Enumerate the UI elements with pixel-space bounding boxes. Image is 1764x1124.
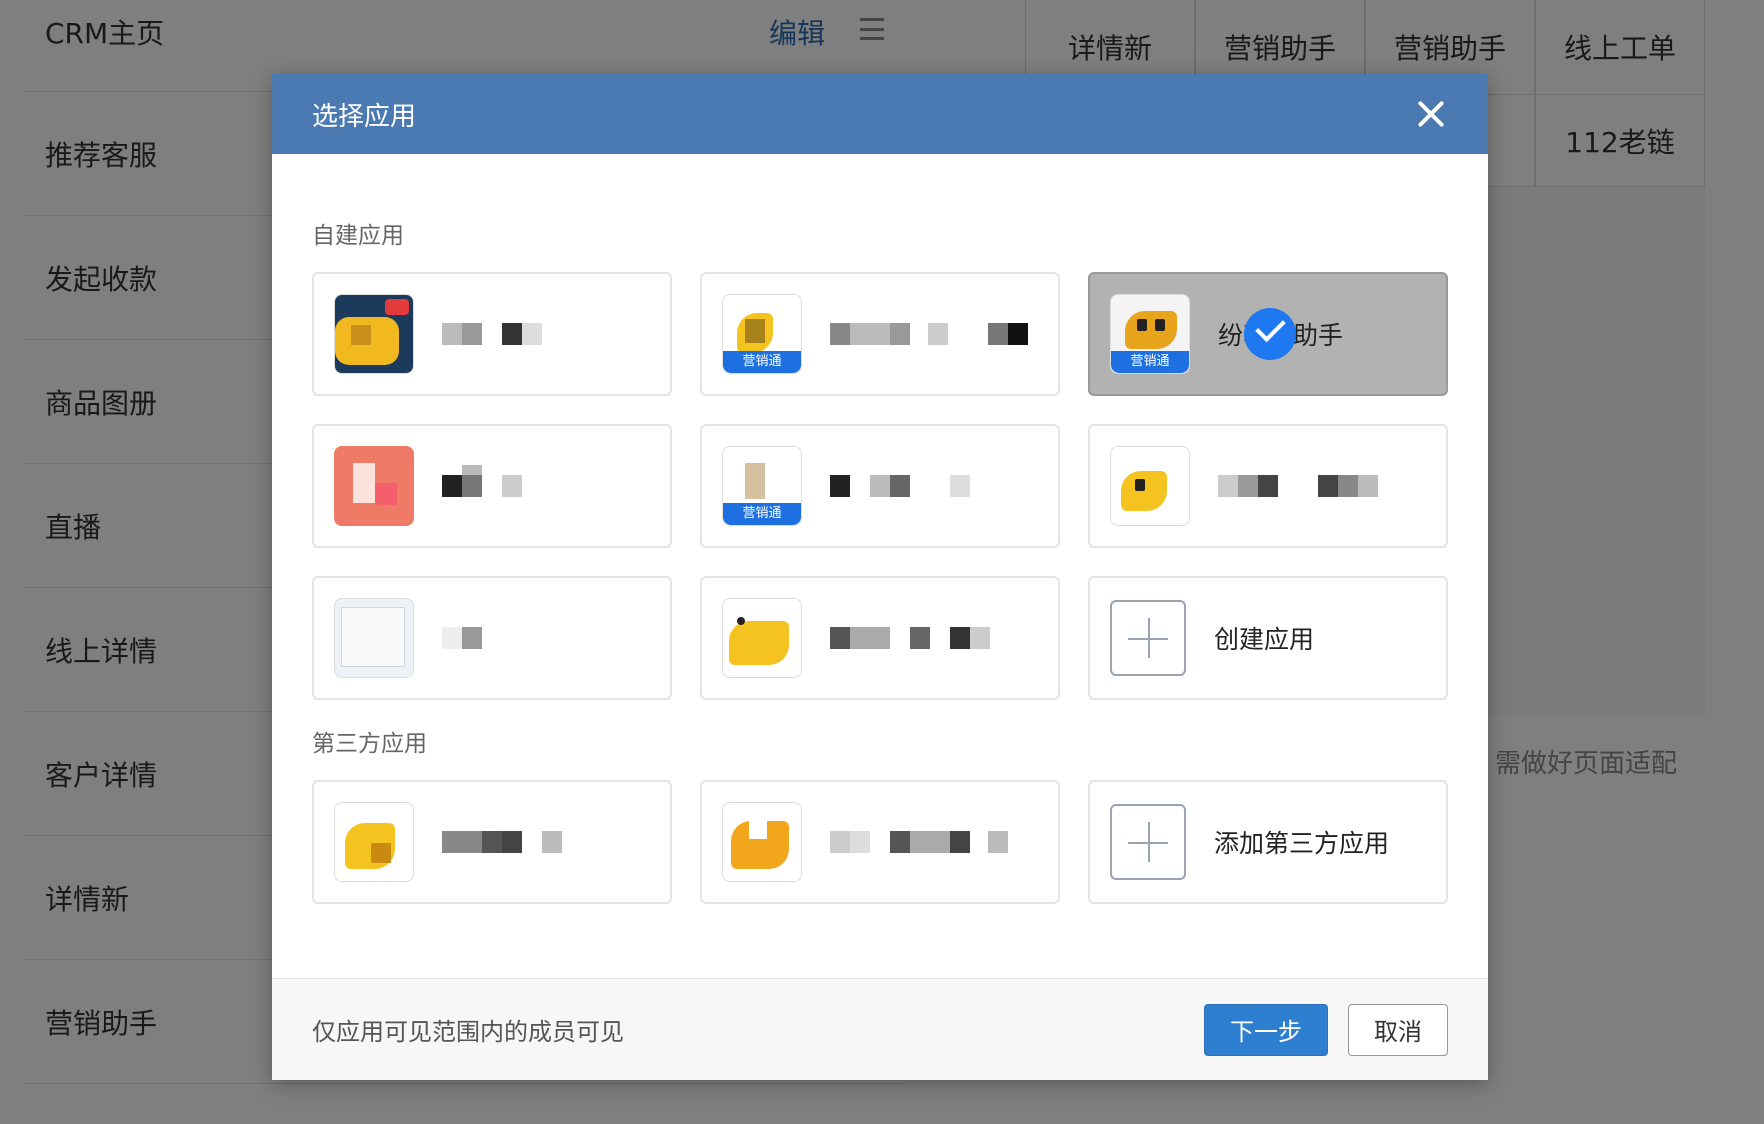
section-title-third-party: 第三方应用 [312,731,427,757]
app-name-obscured [830,323,1040,345]
next-button[interactable]: 下一步 [1204,1003,1328,1056]
self-built-app-grid: 营销通 营销通 纷享销助手 [312,272,1448,700]
check-icon [1244,308,1296,360]
third-party-app-grid: 添加第三方应用 [312,780,1448,904]
bee-icon [722,598,802,678]
app-name-obscured [830,475,1040,497]
app-card[interactable] [312,272,672,396]
app-icon [334,598,414,678]
plus-icon [1110,600,1186,676]
dialog-title: 选择应用 [312,101,417,132]
add-third-party-label: 添加第三方应用 [1214,829,1390,858]
cancel-button[interactable]: 取消 [1348,1003,1448,1056]
app-card[interactable]: 营销通 [700,424,1060,548]
app-name-obscured [442,465,652,497]
app-name-obscured [1218,475,1428,497]
app-name-obscured [442,831,652,853]
app-name-obscured [830,627,1040,649]
app-card[interactable] [312,780,672,904]
bee-icon [1110,446,1190,526]
bee-icon: 营销通 [722,446,802,526]
visibility-note: 仅应用可见范围内的成员可见 [312,1018,624,1046]
app-name-obscured [830,831,1040,853]
app-icon [334,294,414,374]
create-app-button[interactable]: 创建应用 [1088,576,1448,700]
section-title-self-built: 自建应用 [312,223,404,249]
bee-icon [334,802,414,882]
app-name-obscured [442,627,652,649]
app-card[interactable] [312,424,672,548]
app-card[interactable] [700,576,1060,700]
bee-icon: 营销通 [722,294,802,374]
app-card[interactable] [1088,424,1448,548]
app-card[interactable] [700,780,1060,904]
dialog-header: 选择应用 [272,74,1488,154]
app-card-selected[interactable]: 营销通 纷享销助手 [1088,272,1448,396]
yingxiaotong-badge: 营销通 [723,351,801,373]
yingxiaotong-badge: 营销通 [1111,351,1189,373]
close-icon[interactable] [1414,97,1448,131]
app-icon [334,446,414,526]
dialog-body: 自建应用 营销通 营销通 营销通 创建应用 第三方应用 添加第三方应用 [272,154,1488,904]
footer-buttons: 下一步 取消 [1204,1003,1448,1056]
create-app-label: 创建应用 [1214,625,1315,654]
dialog-footer: 仅应用可见范围内的成员可见 下一步 取消 [272,978,1488,1080]
bee-icon: 营销通 [1110,294,1190,374]
bee-icon [722,802,802,882]
yingxiaotong-badge: 营销通 [723,503,801,525]
add-third-party-app-button[interactable]: 添加第三方应用 [1088,780,1448,904]
app-card[interactable]: 营销通 [700,272,1060,396]
plus-icon [1110,804,1186,880]
app-card[interactable] [312,576,672,700]
select-app-dialog: 选择应用 自建应用 营销通 营销通 营销通 创建应用 第三方应用 添加第三方应用… [272,74,1488,1080]
app-name-obscured [442,323,652,345]
